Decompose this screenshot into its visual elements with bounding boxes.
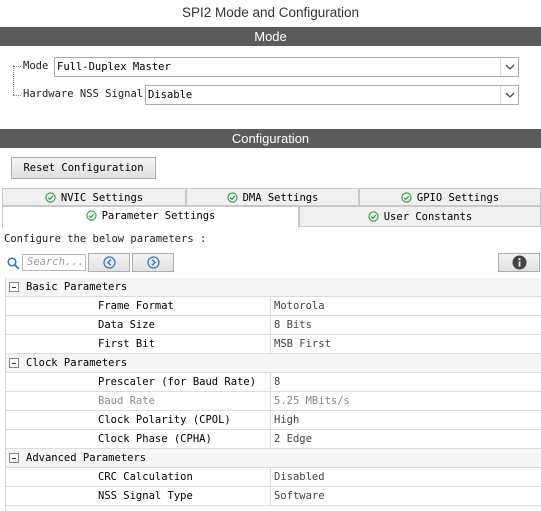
info-button[interactable] — [498, 253, 540, 272]
group-clock-parameters[interactable]: Clock Parameters — [6, 354, 541, 373]
column-divider — [270, 411, 271, 430]
search-placeholder: Search... — [27, 256, 84, 268]
check-circle-icon — [368, 211, 379, 222]
instructions-text: Configure the below parameters : — [4, 233, 207, 245]
column-divider — [270, 297, 271, 316]
param-name: First Bit — [98, 338, 155, 350]
parameter-grid: Basic Parameters Frame Format Motorola D… — [5, 278, 541, 511]
tab-label: GPIO Settings — [416, 192, 500, 204]
configuration-section-header: Configuration — [0, 129, 541, 148]
nss-select-value: Disable — [148, 89, 193, 101]
arrow-right-circle-icon — [146, 256, 160, 269]
check-circle-icon — [226, 192, 238, 203]
check-circle-icon — [85, 210, 97, 221]
param-name: CRC Calculation — [98, 471, 193, 483]
column-divider — [270, 468, 271, 487]
chevron-down-icon[interactable] — [500, 86, 518, 104]
check-circle-icon — [401, 192, 412, 203]
param-row-frame-format[interactable]: Frame Format Motorola — [6, 297, 541, 316]
column-divider — [270, 392, 271, 411]
tab-label: User Constants — [383, 211, 473, 223]
group-basic-parameters[interactable]: Basic Parameters — [6, 278, 541, 297]
column-divider — [270, 373, 271, 392]
info-icon — [512, 255, 526, 270]
tree-connector — [13, 66, 21, 67]
chevron-down-icon[interactable] — [500, 58, 518, 76]
collapse-icon[interactable] — [9, 358, 19, 368]
param-row-crc-calculation[interactable]: CRC Calculation Disabled — [6, 468, 541, 487]
search-icon — [7, 257, 20, 270]
nss-label: Hardware NSS Signal — [23, 88, 144, 100]
tab-label: Parameter Settings — [101, 210, 216, 222]
column-divider — [270, 335, 271, 354]
group-name: Advanced Parameters — [26, 452, 147, 464]
column-divider — [270, 316, 271, 335]
collapse-icon[interactable] — [9, 453, 19, 463]
param-name: Clock Polarity (CPOL) — [98, 414, 231, 426]
param-row-clock-phase[interactable]: Clock Phase (CPHA) 2 Edge — [6, 430, 541, 449]
reset-configuration-button[interactable]: Reset Configuration — [11, 157, 156, 179]
check-circle-icon — [45, 192, 56, 203]
mode-label: Mode — [23, 60, 49, 72]
tab-label: NVIC Settings — [60, 192, 144, 204]
previous-button[interactable] — [88, 253, 130, 272]
param-name: Baud Rate — [98, 395, 155, 407]
column-divider — [270, 487, 271, 506]
param-value[interactable]: Disabled — [274, 468, 325, 487]
next-button[interactable] — [132, 253, 174, 272]
param-name: Prescaler (for Baud Rate) — [98, 376, 257, 388]
tab-parameter-settings[interactable]: Parameter Settings — [2, 206, 299, 228]
param-value[interactable]: High — [274, 411, 299, 430]
tab-gpio-settings[interactable]: GPIO Settings — [359, 188, 541, 206]
tab-nvic-settings[interactable]: NVIC Settings — [2, 188, 186, 206]
param-value[interactable]: Motorola — [274, 297, 325, 316]
window-title: SPI2 Mode and Configuration — [181, 5, 360, 20]
param-row-data-size[interactable]: Data Size 8 Bits — [6, 316, 541, 335]
group-name: Basic Parameters — [26, 281, 128, 293]
mode-select[interactable]: Full-Duplex Master — [54, 57, 519, 77]
param-value[interactable]: 8 Bits — [274, 316, 312, 335]
param-row-nss-signal-type[interactable]: NSS Signal Type Software — [6, 487, 541, 506]
param-row-baud-rate: Baud Rate 5.25 MBits/s — [6, 392, 541, 411]
group-advanced-parameters[interactable]: Advanced Parameters — [6, 449, 541, 468]
param-name: Clock Phase (CPHA) — [98, 433, 212, 445]
param-value: 5.25 MBits/s — [274, 395, 350, 407]
mode-select-value: Full-Duplex Master — [57, 61, 171, 73]
search-input[interactable]: Search... — [22, 254, 86, 271]
nss-select[interactable]: Disable — [145, 85, 519, 105]
param-value[interactable]: Software — [274, 487, 325, 506]
collapse-icon[interactable] — [9, 282, 19, 292]
param-name: NSS Signal Type — [98, 490, 193, 502]
tree-connector — [13, 95, 21, 96]
param-row-prescaler[interactable]: Prescaler (for Baud Rate) 8 — [6, 373, 541, 392]
tab-label: DMA Settings — [242, 192, 319, 204]
column-divider — [270, 430, 271, 449]
arrow-left-circle-icon — [102, 256, 116, 269]
group-name: Clock Parameters — [26, 357, 128, 369]
mode-section-header: Mode — [0, 27, 541, 46]
param-row-first-bit[interactable]: First Bit MSB First — [6, 335, 541, 354]
param-name: Frame Format — [98, 300, 174, 312]
tab-dma-settings[interactable]: DMA Settings — [186, 188, 359, 206]
param-value[interactable]: MSB First — [274, 335, 331, 354]
param-value[interactable]: 2 Edge — [274, 430, 312, 449]
param-name: Data Size — [98, 319, 155, 331]
param-row-clock-polarity[interactable]: Clock Polarity (CPOL) High — [6, 411, 541, 430]
param-value[interactable]: 8 — [274, 373, 280, 392]
tree-connector — [13, 65, 14, 95]
tab-user-constants[interactable]: User Constants — [299, 206, 541, 227]
